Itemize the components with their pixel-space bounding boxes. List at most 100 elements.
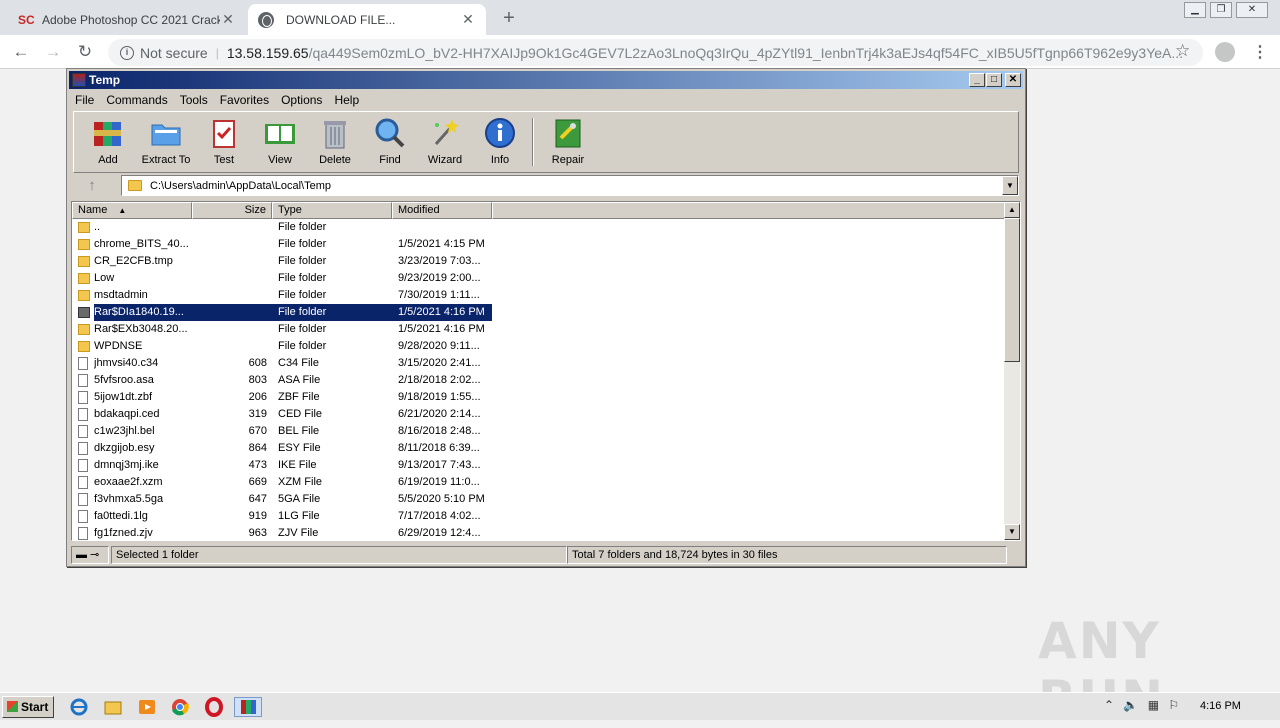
file-row[interactable]: WPDNSE File folder 9/28/2020 9:11... [72,338,1002,355]
back-button[interactable]: ← [10,41,32,63]
file-list[interactable]: Name ▲ Size Type Modified .. File folder c… [71,201,1021,541]
file-row[interactable]: eoxaae2f.xzm 669 XZM File 6/19/2019 11:0... [72,474,1002,491]
scroll-down-icon[interactable]: ▼ [1004,524,1020,540]
find-button[interactable]: Find [360,116,420,170]
taskbar-clock[interactable]: 4:16 PM [1200,700,1241,712]
browser-tab-photoshop[interactable]: SC Adobe Photoshop CC 2021 Crack v2 ✕ [8,4,246,35]
media-player-icon[interactable] [136,697,158,717]
file-name: .. [94,221,101,233]
minimize-browser-button[interactable]: ▁ [1184,2,1206,18]
file-name: f3vhmxa5.5ga [94,493,164,505]
explorer-icon[interactable] [102,697,124,717]
file-row[interactable]: chrome_BITS_40... File folder 1/5/2021 4:1… [72,236,1002,253]
winrar-taskbar-icon[interactable] [234,697,262,717]
file-row[interactable]: dkzgijob.esy 864 ESY File 8/11/2018 6:39... [72,440,1002,457]
file-row[interactable]: fa0ttedi.1lg 919 1LG File 7/17/2018 4:02... [72,508,1002,525]
scroll-thumb[interactable] [1004,218,1020,362]
volume-icon[interactable]: 🔈 [1123,698,1138,712]
ie-icon[interactable] [68,697,90,717]
menu-file[interactable]: File [75,93,94,107]
info-circle-icon[interactable]: i [120,45,134,60]
file-row[interactable]: c1w23jhl.bel 670 BEL File 8/16/2018 2:48... [72,423,1002,440]
profile-avatar-icon[interactable] [1215,42,1235,62]
file-icon [78,476,88,489]
file-row[interactable]: 5ijow1dt.zbf 206 ZBF File 9/18/2019 1:55... [72,389,1002,406]
menu-commands[interactable]: Commands [106,93,167,107]
column-header-modified[interactable]: Modified [392,202,492,219]
menu-tools[interactable]: Tools [180,93,208,107]
bookmark-star-icon[interactable]: ☆ [1175,41,1190,61]
file-row[interactable]: Rar$EXb3048.20... File folder 1/5/2021 4:1… [72,321,1002,338]
show-hidden-icons[interactable]: ⌃ [1104,698,1114,712]
file-row[interactable]: Rar$DIa1840.19... File folder 1/5/2021 4:1… [72,304,1002,321]
wand-icon [428,116,462,150]
view-label: View [268,154,292,166]
wizard-button[interactable]: Wizard [415,116,475,170]
file-modified: 7/30/2019 1:11... [398,289,480,301]
file-row[interactable]: dmnqj3mj.ike 473 IKE File 9/13/2017 7:43... [72,457,1002,474]
file-row[interactable]: Low File folder 9/23/2019 2:00... [72,270,1002,287]
column-header-type[interactable]: Type [272,202,392,219]
vertical-scrollbar[interactable]: ▲ ▼ [1004,202,1020,540]
action-center-flag-icon[interactable]: ⚐ [1168,698,1179,712]
file-name: 5ijow1dt.zbf [94,391,153,403]
forward-button[interactable]: → [42,41,64,63]
file-row[interactable]: fg1fzned.zjv 963 ZJV File 6/29/2019 12:4... [72,525,1002,540]
close-button[interactable]: ✕ [1005,73,1021,87]
test-button[interactable]: Test [194,116,254,170]
start-button[interactable]: Start [2,696,54,718]
delete-button[interactable]: Delete [305,116,365,170]
find-label: Find [379,154,401,166]
winrar-titlebar[interactable]: Temp _ □ ✕ [69,71,1023,89]
file-icon [78,510,88,523]
column-header-size[interactable]: Size [192,202,272,219]
file-row[interactable]: msdtadmin File folder 7/30/2019 1:11... [72,287,1002,304]
minimize-button[interactable]: _ [969,73,985,87]
info-button[interactable]: Info [470,116,530,170]
up-one-level-button[interactable]: ↑ [77,176,107,196]
file-row[interactable]: CR_E2CFB.tmp File folder 3/23/2019 7:03... [72,253,1002,270]
chevron-down-icon[interactable]: ▼ [1002,176,1018,195]
wizard-label: Wizard [427,154,463,166]
view-button[interactable]: View [250,116,310,170]
file-row[interactable]: .. File folder [72,219,1002,236]
close-tab-icon[interactable]: ✕ [220,11,236,28]
close-tab-icon[interactable]: ✕ [460,11,476,28]
add-button[interactable]: Add [78,116,138,170]
new-tab-button[interactable]: + [498,7,520,30]
scroll-up-icon[interactable]: ▲ [1004,202,1020,218]
file-row[interactable]: f3vhmxa5.5ga 647 5GA File 5/5/2020 5:10 PM [72,491,1002,508]
file-name: fa0ttedi.1lg [94,510,148,522]
file-modified: 8/11/2018 6:39... [398,442,480,454]
network-icon[interactable]: ▦ [1148,698,1159,712]
maximize-button[interactable]: □ [986,73,1002,87]
chrome-icon[interactable] [169,697,191,717]
folder-icon [78,324,90,335]
file-name: dkzgijob.esy [94,442,155,454]
file-size: 473 [248,459,267,471]
magnifier-icon [373,116,407,150]
browser-tab-download[interactable]: DOWNLOAD FILE... ✕ [248,4,486,35]
sc-favicon-icon: SC [18,12,35,27]
menu-help[interactable]: Help [334,93,359,107]
file-row[interactable]: bdakaqpi.ced 319 CED File 6/21/2020 2:14... [72,406,1002,423]
extract-to-button[interactable]: Extract To [136,116,196,170]
path-combo[interactable]: C:\Users\admin\AppData\Local\Temp ▼ [121,175,1019,196]
browser-tab-strip: SC Adobe Photoshop CC 2021 Crack v2 ✕ DO… [0,0,1280,35]
close-browser-button[interactable]: ✕ [1236,2,1268,18]
reload-button[interactable]: ↻ [74,41,96,63]
opera-icon[interactable] [203,697,225,717]
file-name: msdtadmin [94,289,148,301]
restore-browser-button[interactable]: ❐ [1210,2,1232,18]
menu-favorites[interactable]: Favorites [220,93,269,107]
repair-button[interactable]: Repair [538,116,598,170]
file-row[interactable]: jhmvsi40.c34 608 C34 File 3/15/2020 2:41... [72,355,1002,372]
menu-options[interactable]: Options [281,93,322,107]
menu-kebab-icon[interactable]: ⋮ [1252,42,1268,62]
address-bar[interactable]: i Not secure | 13.58.159.65 /qa449Sem0zm… [108,39,1203,66]
tab-title: DOWNLOAD FILE... [286,12,396,27]
file-type: File folder [278,238,327,250]
file-name: bdakaqpi.ced [94,408,160,420]
column-header-name[interactable]: Name ▲ [72,202,192,219]
file-row[interactable]: 5fvfsroo.asa 803 ASA File 2/18/2018 2:02... [72,372,1002,389]
